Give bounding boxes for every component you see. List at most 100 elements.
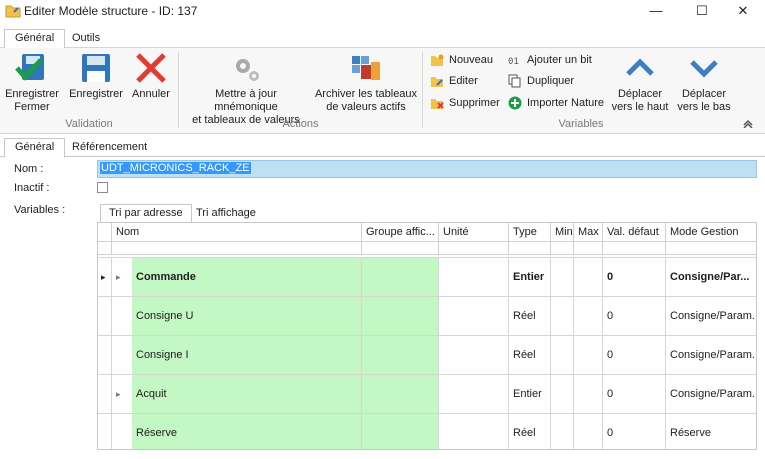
editer-button[interactable]: Editer	[430, 71, 478, 91]
row-indicator[interactable]	[98, 375, 112, 413]
cancel-button[interactable]: Annuler	[128, 52, 174, 101]
form-tab-general[interactable]: Général	[4, 138, 66, 158]
row-expander[interactable]: ▸	[112, 258, 132, 296]
cell-min[interactable]	[551, 297, 574, 335]
cell-type[interactable]: Réel	[509, 297, 551, 335]
collapse-ribbon-icon[interactable]	[742, 118, 754, 128]
cell-mode-gestion[interactable]: Consigne/Param...	[666, 375, 756, 413]
nom-field[interactable]: UDT_MICRONICS_RACK_ZE	[97, 160, 757, 178]
cell-unite[interactable]	[439, 414, 509, 449]
column-header-unite[interactable]: Unité	[439, 223, 509, 241]
filter-cell[interactable]	[362, 241, 439, 255]
dupliquer-button[interactable]: Dupliquer	[508, 71, 574, 91]
filter-cell[interactable]	[574, 241, 603, 255]
cell-max[interactable]	[574, 336, 603, 374]
row-expander[interactable]	[112, 414, 132, 449]
table-row[interactable]: Consigne U Réel 0 Consigne/Param...	[98, 296, 756, 335]
ajouter-bit-label: Ajouter un bit	[527, 54, 592, 66]
cell-groupe[interactable]	[362, 258, 439, 296]
row-indicator[interactable]	[98, 336, 112, 374]
cell-groupe[interactable]	[362, 297, 439, 335]
nouveau-label: Nouveau	[449, 54, 494, 66]
column-header-type[interactable]: Type	[509, 223, 551, 241]
ajouter-bit-button[interactable]: 01 Ajouter un bit	[508, 50, 592, 70]
filter-cell[interactable]	[112, 241, 362, 255]
close-button[interactable]: ✕	[720, 0, 765, 22]
cell-mode-gestion[interactable]: Consigne/Param...	[666, 297, 756, 335]
filter-cell[interactable]	[509, 241, 551, 255]
cell-min[interactable]	[551, 258, 574, 296]
nouveau-button[interactable]: Nouveau	[430, 50, 493, 70]
cell-groupe[interactable]	[362, 414, 439, 449]
move-down-button[interactable]: Déplacer vers le bas	[674, 52, 734, 114]
maximize-button[interactable]: ☐	[679, 0, 725, 22]
cell-val-defaut[interactable]: 0	[603, 414, 666, 449]
cell-type[interactable]: Réel	[509, 336, 551, 374]
cell-unite[interactable]	[439, 336, 509, 374]
cell-min[interactable]	[551, 375, 574, 413]
column-header-max[interactable]: Max	[574, 223, 603, 241]
move-up-label-2: vers le haut	[611, 101, 669, 113]
column-header-groupe[interactable]: Groupe affic...	[362, 223, 439, 241]
cell-type[interactable]: Réel	[509, 414, 551, 449]
cell-mode-gestion[interactable]: Consigne/Par...	[666, 258, 756, 296]
row-expander[interactable]: ▸	[112, 375, 132, 413]
archive-tables-button[interactable]: Archiver les tableaux de valeurs actifs	[312, 52, 420, 114]
cell-type[interactable]: Entier	[509, 258, 551, 296]
save-button[interactable]: Enregistrer	[66, 52, 126, 101]
cell-min[interactable]	[551, 414, 574, 449]
column-header-mode-gestion[interactable]: Mode Gestion	[666, 223, 756, 241]
save-close-button[interactable]: Enregistrer Fermer	[2, 52, 62, 114]
cell-groupe[interactable]	[362, 336, 439, 374]
table-row[interactable]: Réserve Réel 0 Réserve	[98, 413, 756, 449]
filter-cell[interactable]	[551, 241, 574, 255]
tab-tri-affichage[interactable]: Tri affichage	[188, 205, 264, 223]
cell-max[interactable]	[574, 258, 603, 296]
cell-val-defaut[interactable]: 0	[603, 375, 666, 413]
cell-max[interactable]	[574, 297, 603, 335]
row-indicator[interactable]: ▸	[98, 258, 112, 296]
importer-nature-button[interactable]: Importer Nature	[508, 93, 604, 113]
cell-max[interactable]	[574, 414, 603, 449]
filter-cell[interactable]	[603, 241, 666, 255]
form-tab-referencement[interactable]: Référencement	[62, 139, 157, 157]
inactif-checkbox[interactable]	[97, 182, 108, 193]
cell-val-defaut[interactable]: 0	[603, 258, 666, 296]
row-indicator[interactable]	[98, 297, 112, 335]
cell-max[interactable]	[574, 375, 603, 413]
cell-min[interactable]	[551, 336, 574, 374]
table-row[interactable]: ▸ Acquit Entier 0 Consigne/Param...	[98, 374, 756, 413]
update-mnemonic-button[interactable]: Mettre à jour mnémonique et tableaux de …	[182, 52, 310, 127]
ribbon-tab-outils[interactable]: Outils	[62, 30, 110, 48]
table-row[interactable]: ▸ ▸ Commande Entier 0 Consigne/Par...	[98, 257, 756, 296]
cell-unite[interactable]	[439, 258, 509, 296]
cell-unite[interactable]	[439, 375, 509, 413]
cell-nom[interactable]: Réserve	[132, 414, 362, 449]
table-row[interactable]: Consigne I Réel 0 Consigne/Param...	[98, 335, 756, 374]
ribbon-tab-general[interactable]: Général	[4, 29, 66, 49]
cell-val-defaut[interactable]: 0	[603, 297, 666, 335]
cell-mode-gestion[interactable]: Consigne/Param...	[666, 336, 756, 374]
cell-nom[interactable]: Commande	[132, 258, 362, 296]
cell-mode-gestion[interactable]: Réserve	[666, 414, 756, 449]
filter-cell[interactable]	[666, 241, 756, 255]
row-expander[interactable]	[112, 297, 132, 335]
update-label-1: Mettre à jour mnémonique	[214, 88, 278, 113]
tab-tri-par-adresse[interactable]: Tri par adresse	[100, 204, 192, 224]
filter-cell[interactable]	[439, 241, 509, 255]
column-header-min[interactable]: Min	[551, 223, 574, 241]
cell-groupe[interactable]	[362, 375, 439, 413]
column-header-nom[interactable]: Nom	[112, 223, 362, 241]
cell-nom[interactable]: Acquit	[132, 375, 362, 413]
cell-unite[interactable]	[439, 297, 509, 335]
cell-val-defaut[interactable]: 0	[603, 336, 666, 374]
row-expander[interactable]	[112, 336, 132, 374]
row-indicator[interactable]	[98, 414, 112, 449]
minimize-button[interactable]: —	[633, 0, 679, 22]
cell-nom[interactable]: Consigne U	[132, 297, 362, 335]
cell-type[interactable]: Entier	[509, 375, 551, 413]
move-up-button[interactable]: Déplacer vers le haut	[608, 52, 672, 114]
column-header-val-defaut[interactable]: Val. défaut	[603, 223, 666, 241]
cell-nom[interactable]: Consigne I	[132, 336, 362, 374]
supprimer-button[interactable]: Supprimer	[430, 93, 500, 113]
